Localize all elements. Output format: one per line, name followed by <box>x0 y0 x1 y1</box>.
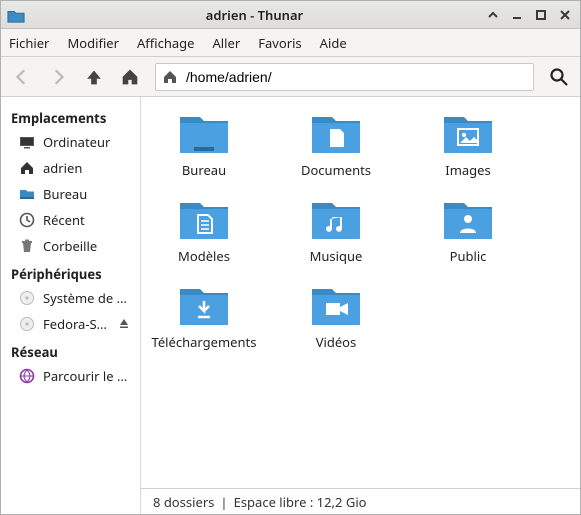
folder-item[interactable]: Bureau <box>147 107 261 179</box>
maximize-button[interactable] <box>532 6 550 24</box>
sidebar-section-label: Réseau <box>1 337 140 363</box>
sidebar-item-label: Parcourir le … <box>43 367 134 385</box>
folder-item[interactable]: Téléchargements <box>147 279 261 351</box>
folder-label: Modèles <box>178 247 230 265</box>
folder-label: Téléchargements <box>152 333 257 351</box>
folder-item[interactable]: Public <box>411 193 525 265</box>
status-count: 8 dossiers <box>153 493 214 511</box>
network-icon <box>19 368 35 384</box>
folder-item[interactable]: Documents <box>279 107 393 179</box>
folder-document-icon <box>308 107 364 157</box>
folder-download-icon <box>176 279 232 329</box>
folder-desktop-icon <box>176 107 232 157</box>
toolbar <box>1 57 580 97</box>
folder-music-icon <box>308 193 364 243</box>
folder-label: Bureau <box>182 161 226 179</box>
folder-label: Musique <box>310 247 363 265</box>
sidebar-item[interactable]: adrien <box>1 155 140 181</box>
window-title: adrien - Thunar <box>31 6 478 24</box>
sidebar-item[interactable]: Fedora-S-… <box>1 311 140 337</box>
folder-label: Documents <box>301 161 371 179</box>
folder-item[interactable]: Vidéos <box>279 279 393 351</box>
folder-label: Public <box>450 247 487 265</box>
close-button[interactable] <box>556 6 574 24</box>
app-icon <box>7 6 25 24</box>
folder-item[interactable]: Modèles <box>147 193 261 265</box>
menubar: Fichier Modifier Affichage Aller Favoris… <box>1 29 580 57</box>
home-button[interactable] <box>119 66 141 88</box>
body: Emplacements Ordinateur adrien Bureau Récent… <box>1 97 580 514</box>
back-button[interactable] <box>11 66 33 88</box>
folder-label: Images <box>445 161 490 179</box>
path-bar[interactable] <box>155 63 534 91</box>
path-input[interactable] <box>186 69 527 85</box>
computer-icon <box>19 134 35 150</box>
sidebar-item-label: adrien <box>43 159 134 177</box>
menu-view[interactable]: Affichage <box>137 34 195 52</box>
sidebar-item[interactable]: Parcourir le … <box>1 363 140 389</box>
sidebar-item[interactable]: Corbeille <box>1 233 140 259</box>
rollup-button[interactable] <box>484 6 502 24</box>
statusbar: 8 dossiers | Espace libre : 12,2 Gio <box>141 488 580 514</box>
sidebar-section-label: Périphériques <box>1 259 140 285</box>
menu-file[interactable]: Fichier <box>9 34 49 52</box>
folder-item[interactable]: Musique <box>279 193 393 265</box>
titlebar: adrien - Thunar <box>1 1 580 29</box>
sidebar-item-label: Système de … <box>43 289 134 307</box>
trash-icon <box>19 238 35 254</box>
folder-label: Vidéos <box>316 333 357 351</box>
desktop-icon <box>19 186 35 202</box>
sidebar-item-label: Ordinateur <box>43 133 134 151</box>
folder-item[interactable]: Images <box>411 107 525 179</box>
path-home-icon <box>162 69 178 85</box>
folder-video-icon <box>308 279 364 329</box>
folder-public-icon <box>440 193 496 243</box>
sidebar-item-label: Corbeille <box>43 237 134 255</box>
minimize-button[interactable] <box>508 6 526 24</box>
window: adrien - Thunar Fichier Modifier Afficha… <box>0 0 581 515</box>
menu-fav[interactable]: Favoris <box>258 34 301 52</box>
sidebar-item[interactable]: Ordinateur <box>1 129 140 155</box>
status-free: Espace libre : 12,2 Gio <box>234 493 367 511</box>
icon-view[interactable]: Bureau Documents Images Modèles Musique Publi… <box>141 97 580 488</box>
sidebar-item[interactable]: Système de … <box>1 285 140 311</box>
up-button[interactable] <box>83 66 105 88</box>
forward-button[interactable] <box>47 66 69 88</box>
recent-icon <box>19 212 35 228</box>
home-icon <box>19 160 35 176</box>
folder-image-icon <box>440 107 496 157</box>
disk-icon <box>19 316 35 332</box>
disk-icon <box>19 290 35 306</box>
search-button[interactable] <box>548 66 570 88</box>
menu-go[interactable]: Aller <box>212 34 240 52</box>
menu-edit[interactable]: Modifier <box>67 34 119 52</box>
sidebar-item[interactable]: Récent <box>1 207 140 233</box>
sidebar-item-label: Bureau <box>43 185 134 203</box>
sidebar-item[interactable]: Bureau <box>1 181 140 207</box>
status-sep: | <box>220 493 227 511</box>
eject-icon[interactable] <box>118 315 130 333</box>
main: Bureau Documents Images Modèles Musique Publi… <box>141 97 580 514</box>
sidebar-item-label: Fedora-S-… <box>43 315 110 333</box>
menu-help[interactable]: Aide <box>320 34 347 52</box>
sidebar-section-label: Emplacements <box>1 103 140 129</box>
folder-template-icon <box>176 193 232 243</box>
sidebar-item-label: Récent <box>43 211 134 229</box>
sidebar: Emplacements Ordinateur adrien Bureau Récent… <box>1 97 141 514</box>
